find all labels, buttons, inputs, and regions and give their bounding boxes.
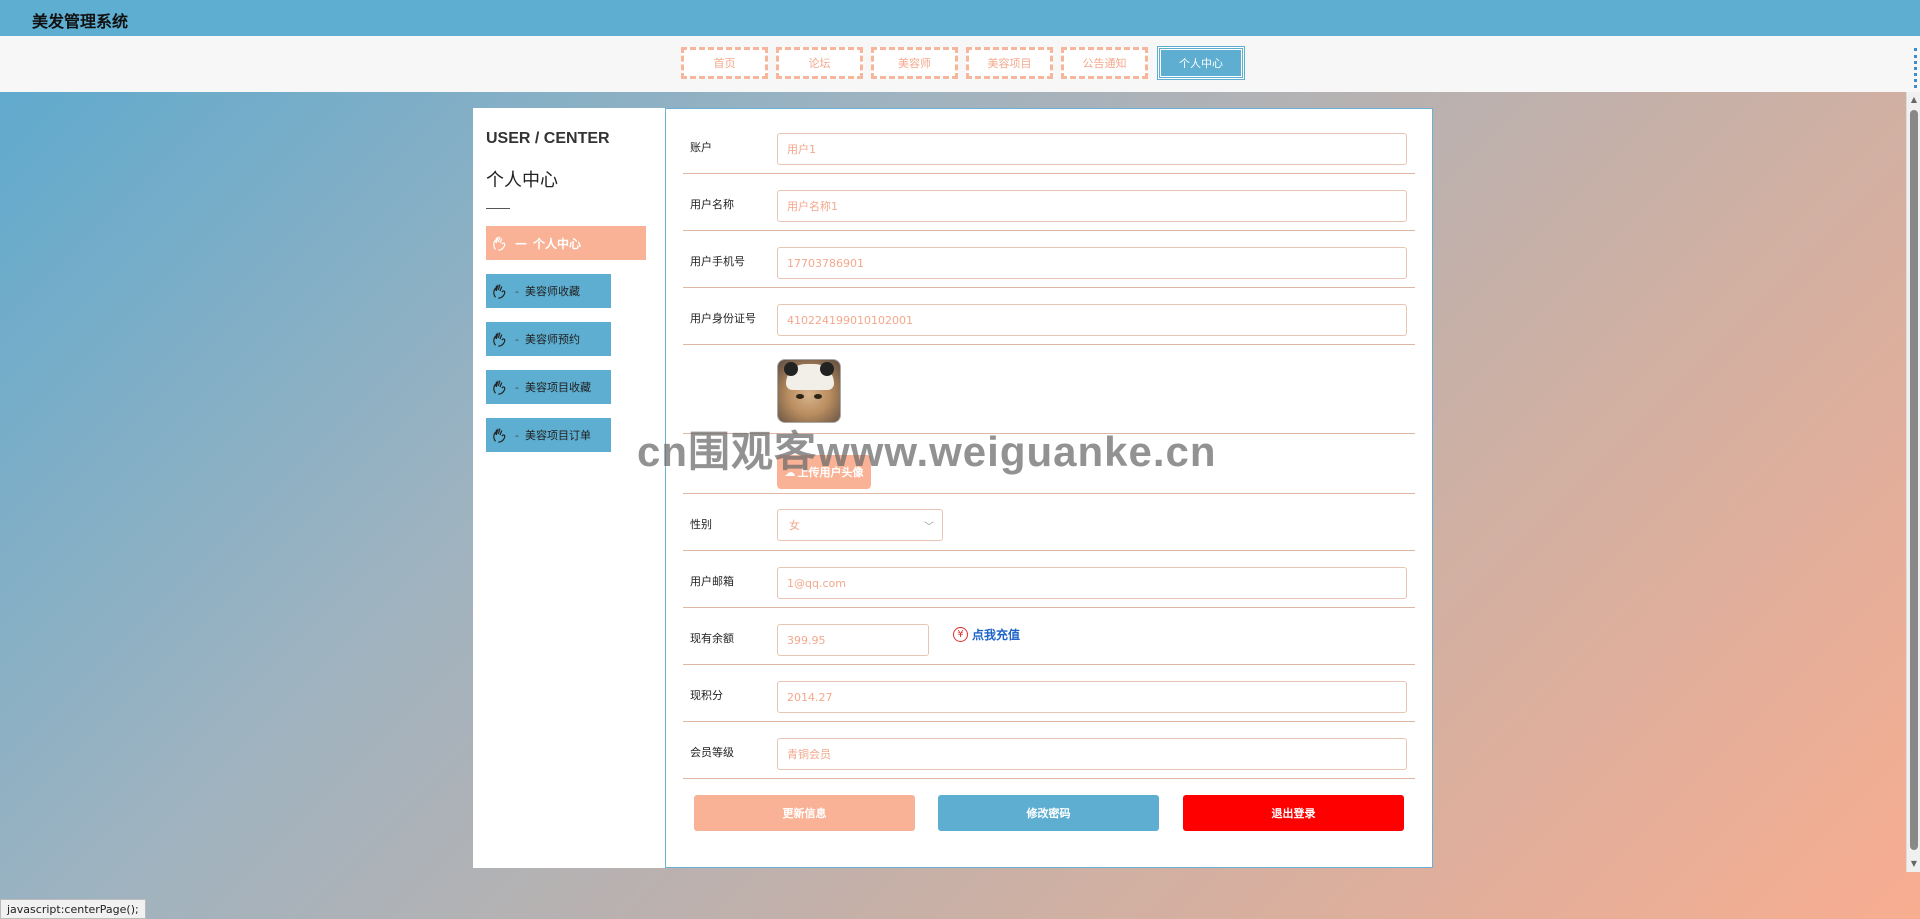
hand-icon bbox=[493, 428, 506, 443]
sidebar-item-label: 美容项目收藏 bbox=[524, 381, 591, 394]
sidebar-item-label: 美容师收藏 bbox=[524, 285, 580, 298]
username-input[interactable]: 用户名称1 bbox=[777, 190, 1407, 222]
avatar-image bbox=[777, 359, 841, 423]
form-row-level: 会员等级 青铜会员 bbox=[683, 722, 1415, 779]
nav-bar: 首页 论坛 美容师 美容项目 公告通知 个人中心 bbox=[0, 36, 1920, 92]
hand-icon bbox=[493, 380, 506, 395]
avatar-ear bbox=[784, 362, 798, 376]
idcard-label: 用户身份证号 bbox=[690, 312, 756, 325]
watermark: cn围观客www.weiguanke.cn bbox=[637, 428, 1217, 475]
sidebar-item-beautician-favorites[interactable]: - 美容师收藏 bbox=[486, 274, 611, 308]
hand-icon bbox=[493, 332, 506, 347]
edge-marker bbox=[1914, 48, 1920, 88]
balance-input[interactable]: 399.95 bbox=[777, 624, 929, 656]
points-label: 现积分 bbox=[690, 689, 723, 702]
form-row-points: 现积分 2014.27 bbox=[683, 665, 1415, 722]
app-title: 美发管理系统 bbox=[32, 12, 129, 31]
tab-beauty-project[interactable]: 美容项目 bbox=[966, 47, 1053, 79]
recharge-link[interactable]: ¥ 点我充值 bbox=[953, 626, 1020, 643]
recharge-label: 点我充值 bbox=[972, 628, 1021, 642]
sidebar-title-en: USER / CENTER bbox=[486, 130, 610, 147]
hand-icon bbox=[493, 284, 506, 299]
form-row-gender: 性别 女 ﹀ bbox=[683, 494, 1415, 551]
chevron-down-icon: ﹀ bbox=[924, 522, 934, 533]
sidebar-item-project-orders[interactable]: - 美容项目订单 bbox=[486, 418, 611, 452]
browser-status-bar: javascript:centerPage(); bbox=[0, 899, 146, 919]
gender-selected-value: 女 bbox=[789, 519, 800, 532]
tab-personal-center[interactable]: 个人中心 bbox=[1158, 47, 1244, 79]
hand-icon bbox=[493, 236, 506, 251]
form-row-idcard: 用户身份证号 410224199010102001 bbox=[683, 288, 1415, 345]
level-label: 会员等级 bbox=[690, 746, 734, 759]
top-bar: 美发管理系统 bbox=[0, 0, 1920, 36]
sidebar-divider bbox=[486, 208, 510, 209]
username-label: 用户名称 bbox=[690, 198, 734, 211]
sidebar-item-label: 美容项目订单 bbox=[524, 429, 591, 442]
dash-mark: - bbox=[515, 380, 519, 394]
change-password-button[interactable]: 修改密码 bbox=[938, 795, 1159, 831]
tab-home[interactable]: 首页 bbox=[681, 47, 768, 79]
phone-label: 用户手机号 bbox=[690, 255, 745, 268]
form-row-email: 用户邮箱 1@qq.com bbox=[683, 551, 1415, 608]
account-input[interactable]: 用户1 bbox=[777, 133, 1407, 165]
update-info-button[interactable]: 更新信息 bbox=[694, 795, 915, 831]
dash-mark: - bbox=[515, 332, 519, 346]
sidebar-item-label: 美容师预约 bbox=[524, 333, 580, 346]
nav-tabs: 首页 论坛 美容师 美容项目 公告通知 个人中心 bbox=[681, 47, 1244, 79]
avatar-ear bbox=[820, 362, 834, 376]
scroll-down-arrow-icon[interactable]: ▼ bbox=[1909, 859, 1919, 869]
sidebar-item-label: 个人中心 bbox=[533, 236, 582, 251]
phone-input[interactable]: 17703786901 bbox=[777, 247, 1407, 279]
gender-select[interactable]: 女 ﹀ bbox=[777, 509, 943, 541]
scroll-up-arrow-icon[interactable]: ▲ bbox=[1909, 95, 1919, 105]
user-form-panel: 账户 用户1 用户名称 用户名称1 用户手机号 17703786901 用户身份… bbox=[665, 108, 1433, 868]
dash-mark: — bbox=[515, 236, 527, 250]
sidebar-item-personal-center[interactable]: — 个人中心 bbox=[486, 226, 646, 260]
yen-icon: ¥ bbox=[953, 627, 968, 642]
sidebar-title-cn: 个人中心 bbox=[486, 170, 558, 191]
level-input[interactable]: 青铜会员 bbox=[777, 738, 1407, 770]
dash-mark: - bbox=[515, 428, 519, 442]
sidebar-item-beautician-booking[interactable]: - 美容师预约 bbox=[486, 322, 611, 356]
form-row-account: 账户 用户1 bbox=[683, 109, 1415, 174]
avatar-eye bbox=[814, 394, 822, 399]
tab-announcement[interactable]: 公告通知 bbox=[1061, 47, 1148, 79]
form-row-phone: 用户手机号 17703786901 bbox=[683, 231, 1415, 288]
scroll-thumb[interactable] bbox=[1910, 110, 1918, 850]
logout-button[interactable]: 退出登录 bbox=[1183, 795, 1404, 831]
page-scrollbar[interactable]: ▲ ▼ bbox=[1906, 92, 1920, 872]
account-label: 账户 bbox=[690, 141, 712, 154]
form-row-username: 用户名称 用户名称1 bbox=[683, 174, 1415, 231]
form-row-balance: 现有余额 399.95 ¥ 点我充值 bbox=[683, 608, 1415, 665]
idcard-input[interactable]: 410224199010102001 bbox=[777, 304, 1407, 336]
gender-label: 性别 bbox=[690, 518, 712, 531]
email-input[interactable]: 1@qq.com bbox=[777, 567, 1407, 599]
tab-beautician[interactable]: 美容师 bbox=[871, 47, 958, 79]
dash-mark: - bbox=[515, 284, 519, 298]
points-input[interactable]: 2014.27 bbox=[777, 681, 1407, 713]
sidebar: USER / CENTER 个人中心 — 个人中心 - 美容师收藏 - 美容师预… bbox=[473, 108, 665, 868]
email-label: 用户邮箱 bbox=[690, 575, 734, 588]
balance-label: 现有余额 bbox=[690, 632, 734, 645]
avatar-eye bbox=[796, 394, 804, 399]
tab-forum[interactable]: 论坛 bbox=[776, 47, 863, 79]
sidebar-item-project-favorites[interactable]: - 美容项目收藏 bbox=[486, 370, 611, 404]
